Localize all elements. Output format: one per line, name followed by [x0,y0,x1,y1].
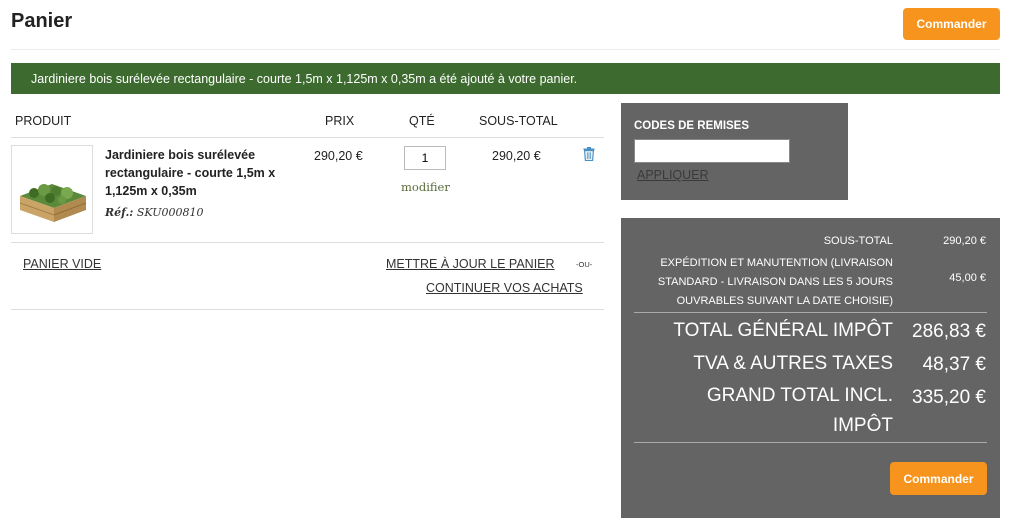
product-ref-value: SKU000810 [136,206,204,219]
table-row-divider [11,242,604,243]
quantity-input[interactable] [404,146,446,170]
raised-garden-bed-image[interactable] [11,145,93,234]
or-separator: -OU- [576,260,593,269]
column-header-subtotal: SOUS-TOTAL [479,114,558,128]
table-bottom-divider [11,309,604,310]
subtotal-label: SOUS-TOTAL [823,235,893,247]
modify-link[interactable]: modifier [401,180,450,194]
success-banner: Jardiniere bois surélevée rectangulaire … [11,63,1000,94]
grand-total-label: GRAND TOTAL INCL. IMPÔT [706,385,893,436]
totals-divider-bottom [634,442,987,443]
product-ref: Réf.: SKU000810 [105,206,204,219]
header-divider [11,49,1000,50]
shipping-value: 45,00 € [949,272,986,284]
continue-shopping-link[interactable]: CONTINUER VOS ACHATS [426,281,583,295]
product-subtotal: 290,20 € [492,149,541,163]
column-header-qty: QTÉ [409,114,435,128]
checkout-button-top[interactable]: Commander [903,8,1000,40]
trash-icon[interactable] [583,147,595,161]
grand-total-value: 335,20 € [912,387,986,408]
total-excl-tax-value: 286,83 € [912,321,986,342]
totals-divider-top [634,312,987,313]
subtotal-value: 290,20 € [943,235,986,247]
tax-value: 48,37 € [922,354,986,375]
empty-cart-link[interactable]: PANIER VIDE [23,257,101,271]
shipping-label: EXPÉDITION ET MANUTENTION (LIVRAISON STA… [657,257,893,307]
tax-label: TVA & AUTRES TAXES [693,353,893,374]
checkout-button-bottom[interactable]: Commander [890,462,987,495]
discount-panel: CODES DE REMISES APPLIQUER [621,103,848,200]
column-header-price: PRIX [325,114,355,128]
page-title: Panier [11,10,73,32]
update-cart-link[interactable]: METTRE À JOUR LE PANIER [386,257,555,271]
success-message: Jardiniere bois surélevée rectangulaire … [31,71,578,86]
product-ref-label: Réf.: [105,206,134,219]
product-price: 290,20 € [314,149,363,163]
totals-panel: SOUS-TOTAL 290,20 € EXPÉDITION ET MANUTE… [621,218,1000,518]
apply-discount-link[interactable]: APPLIQUER [637,168,709,182]
table-header-divider [11,137,604,138]
discount-title: CODES DE REMISES [634,120,750,132]
column-header-product: PRODUIT [15,114,72,128]
product-name[interactable]: Jardiniere bois surélevée rectangulaire … [105,146,297,200]
discount-code-input[interactable] [634,139,790,163]
total-excl-tax-label: TOTAL GÉNÉRAL IMPÔT [673,320,893,341]
